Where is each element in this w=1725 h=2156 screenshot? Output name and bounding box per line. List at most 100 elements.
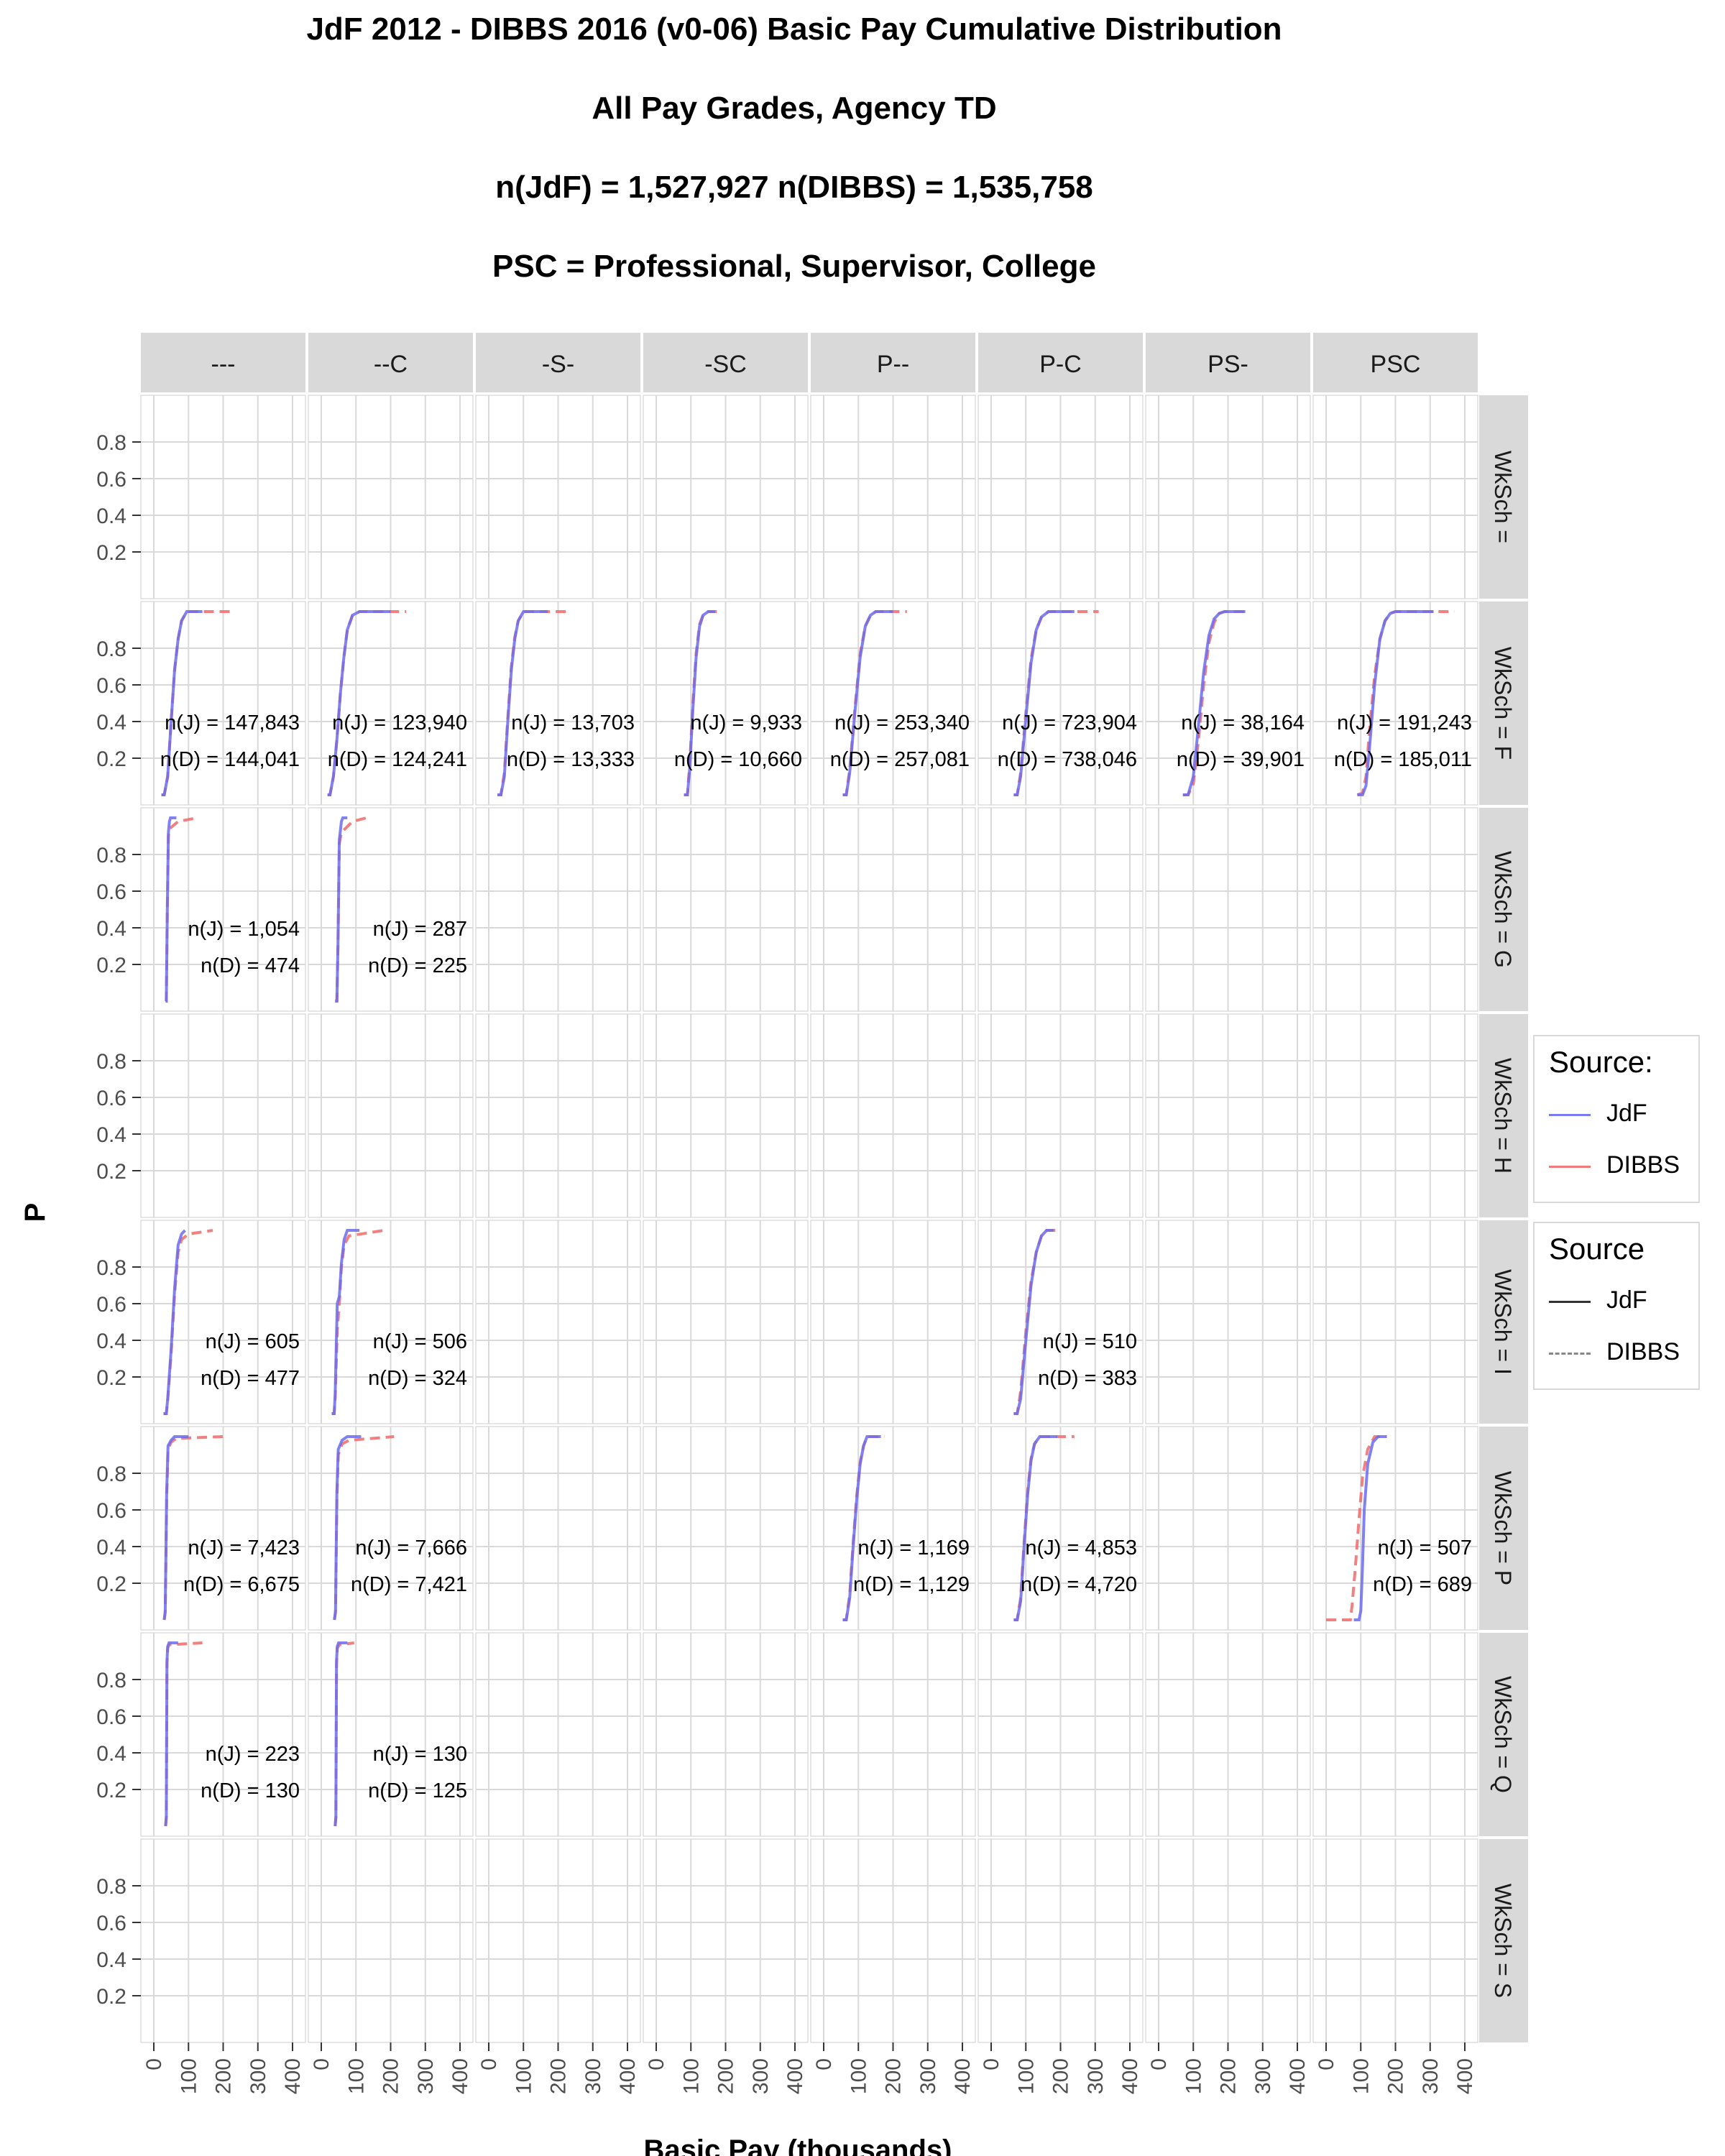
y-tick-label: 0.2: [96, 1779, 126, 1802]
count-label-dibbs: n(D) = 257,081: [830, 748, 970, 771]
y-tick-label: 0.2: [96, 1985, 126, 2009]
x-tick-label: 300: [1084, 2058, 1108, 2094]
legend-title: Source: [1549, 1232, 1645, 1266]
y-tick-label: 0.4: [96, 1330, 126, 1353]
legend-key-dibbs-line: [1549, 1353, 1591, 1355]
count-label-jdf: n(J) = 191,243: [1337, 711, 1472, 734]
y-tick-label: 0.6: [96, 468, 126, 492]
count-label-dibbs: n(D) = 1,129: [853, 1573, 970, 1596]
y-tick-label: 0.6: [96, 1705, 126, 1729]
count-label-jdf: n(J) = 1,169: [857, 1537, 970, 1560]
y-tick-label: 0.4: [96, 1123, 126, 1147]
x-tick-label: 200: [1384, 2058, 1408, 2094]
count-label-dibbs: n(D) = 125: [368, 1779, 467, 1802]
y-tick-label: 0.6: [96, 674, 126, 698]
x-tick-label: 100: [344, 2058, 368, 2094]
count-label-jdf: n(J) = 723,904: [1002, 711, 1137, 734]
y-tick-label: 0.2: [96, 541, 126, 565]
count-label-jdf: n(J) = 9,933: [690, 711, 802, 734]
column-strip-label: PSC: [1371, 351, 1421, 378]
count-label-dibbs: n(D) = 13,333: [507, 748, 635, 771]
facet-chart: --- --C -S- -SC P-- P-C PS- PSC WkSch = 0.2 0.4 0.6…: [19, 333, 1528, 2156]
legend-label-dibbs: DIBBS: [1606, 1338, 1680, 1365]
x-tick-label: 400: [448, 2058, 472, 2094]
y-tick-label: 0.4: [96, 917, 126, 941]
x-tick-label: 0: [645, 2058, 668, 2070]
y-tick-label: 0.4: [96, 505, 126, 528]
y-tick-label: 0.2: [96, 1160, 126, 1184]
count-label-jdf: n(J) = 4,853: [1025, 1537, 1137, 1560]
count-label-dibbs: n(D) = 383: [1038, 1367, 1137, 1390]
x-tick-label: 0: [1315, 2058, 1338, 2070]
column-strip-label: -S-: [542, 351, 574, 378]
count-label-dibbs: n(D) = 10,660: [674, 748, 802, 771]
row-strip-label: WkSch = H: [1490, 1058, 1516, 1174]
x-tick-label: 0: [980, 2058, 1003, 2070]
count-label-jdf: n(J) = 507: [1378, 1537, 1472, 1560]
y-tick-label: 0.8: [96, 1669, 126, 1692]
x-tick-label: 0: [812, 2058, 836, 2070]
x-tick-label: 0: [477, 2058, 501, 2070]
count-label-dibbs: n(D) = 738,046: [998, 748, 1137, 771]
column-strip-label: P--: [877, 351, 909, 378]
x-tick-label: 200: [714, 2058, 738, 2094]
row-strip-label: WkSch = G: [1490, 851, 1516, 968]
y-tick-label: 0.6: [96, 1499, 126, 1523]
x-tick-label: 200: [1049, 2058, 1073, 2094]
column-strip-label: ---: [211, 351, 236, 378]
row-strip-label: WkSch = S: [1490, 1884, 1516, 1998]
count-label-jdf: n(J) = 1,054: [188, 918, 300, 941]
count-label-dibbs: n(D) = 144,041: [160, 748, 300, 771]
x-tick-label: 400: [1453, 2058, 1477, 2094]
row-strip-label: WkSch = F: [1490, 647, 1516, 760]
x-tick-label: 400: [951, 2058, 975, 2094]
x-axis-title: Basic Pay (thousands): [643, 2134, 952, 2156]
y-tick-label: 0.8: [96, 1050, 126, 1074]
x-tick-label: 200: [380, 2058, 403, 2094]
row-strip-label: WkSch = I: [1490, 1269, 1516, 1375]
count-label-jdf: n(J) = 605: [206, 1330, 300, 1353]
column-strip-label: P-C: [1039, 351, 1082, 378]
x-tick-label: 0: [1147, 2058, 1171, 2070]
column-strip-label: -SC: [704, 351, 747, 378]
x-tick-label: 200: [212, 2058, 236, 2094]
y-tick-label: 0.4: [96, 1742, 126, 1766]
count-label-dibbs: n(D) = 39,901: [1177, 748, 1305, 771]
count-label-jdf: n(J) = 223: [206, 1743, 300, 1766]
x-tick-label: 200: [882, 2058, 906, 2094]
row-strip-label: WkSch =: [1490, 451, 1516, 543]
x-tick-label: 100: [177, 2058, 201, 2094]
count-label-jdf: n(J) = 123,940: [332, 711, 467, 734]
count-label-dibbs: n(D) = 474: [201, 954, 300, 977]
x-tick-label: 300: [581, 2058, 605, 2094]
x-tick-label: 300: [247, 2058, 270, 2094]
y-tick-label: 0.8: [96, 637, 126, 661]
y-tick-label: 0.6: [96, 1912, 126, 1935]
legend-key-jdf-color: [1549, 1114, 1591, 1116]
y-tick-label: 0.4: [96, 1536, 126, 1560]
row-strip-label: WkSch = P: [1490, 1471, 1516, 1585]
y-tick-label: 0.2: [96, 1366, 126, 1390]
x-tick-label: 100: [847, 2058, 870, 2094]
count-label-jdf: n(J) = 287: [373, 918, 467, 941]
x-tick-label: 200: [547, 2058, 571, 2094]
y-tick-label: 0.8: [96, 1256, 126, 1280]
y-tick-label: 0.2: [96, 954, 126, 977]
x-tick-label: 300: [1251, 2058, 1275, 2094]
y-tick-label: 0.6: [96, 880, 126, 904]
x-tick-label: 400: [1118, 2058, 1142, 2094]
count-label-jdf: n(J) = 147,843: [165, 711, 300, 734]
legend-key-dibbs-color: [1549, 1166, 1591, 1168]
count-label-dibbs: n(D) = 4,720: [1021, 1573, 1137, 1596]
x-tick-label: 100: [1349, 2058, 1373, 2094]
row-strip-label: WkSch = Q: [1490, 1676, 1516, 1793]
y-tick-label: 0.4: [96, 1948, 126, 1972]
count-label-dibbs: n(D) = 124,241: [328, 748, 467, 771]
x-tick-label: 400: [783, 2058, 807, 2094]
count-label-jdf: n(J) = 13,703: [511, 711, 635, 734]
y-tick-label: 0.6: [96, 1087, 126, 1110]
count-label-dibbs: n(D) = 185,011: [1334, 748, 1472, 771]
x-tick-label: 100: [512, 2058, 535, 2094]
count-label-jdf: n(J) = 38,164: [1181, 711, 1305, 734]
legend-source-color: Source: JdF DIBBS: [1533, 1035, 1700, 1203]
